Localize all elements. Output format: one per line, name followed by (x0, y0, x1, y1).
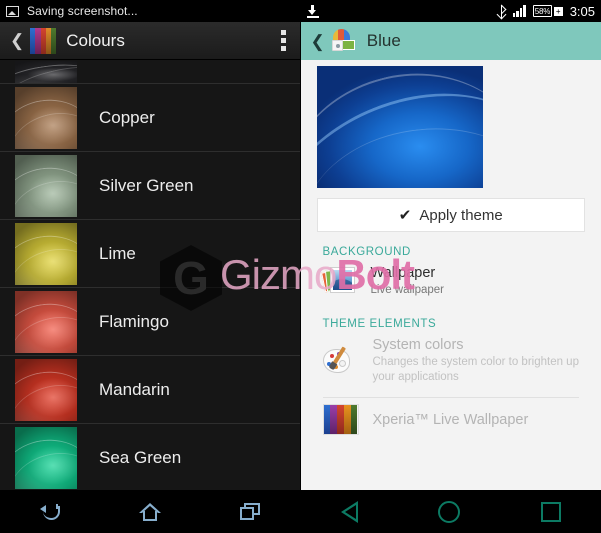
theme-name-label: Sea Green (99, 447, 182, 467)
option-row[interactable]: Wallpaper Live wallpaper (301, 258, 601, 304)
theme-thumbnail (15, 61, 77, 83)
right-app-bar: ❮ Blue (300, 22, 601, 60)
right-nav-bar (300, 490, 601, 533)
home-circle-icon[interactable] (438, 500, 461, 523)
left-app-bar: ❮ Colours (0, 22, 300, 60)
settings-sections: BACKGROUND Wallpaper Live wallpaper THEME E… (301, 246, 601, 441)
screenshot-icon (6, 5, 19, 17)
notification-text: Saving screenshot... (27, 4, 138, 18)
battery-icon: 58% + (532, 5, 563, 17)
theme-list-item[interactable]: Sea Green (0, 424, 300, 490)
theme-list-item[interactable]: Flamingo (0, 288, 300, 356)
recents-square-icon[interactable] (540, 501, 561, 522)
wallpaper-stack-icon (320, 266, 357, 296)
back-chevron-icon[interactable]: ❮ (311, 33, 325, 50)
theme-thumbnail (15, 426, 77, 489)
option-subtitle: Live wallpaper (370, 284, 445, 297)
back-chevron-icon[interactable]: ❮ (10, 32, 24, 49)
theme-name-label: Silver Green (99, 175, 194, 195)
preview-container (301, 60, 601, 188)
theme-thumbnail (15, 222, 77, 285)
battery-level: 58% (534, 6, 551, 16)
theme-detail-content: ✔ Apply theme BACKGROUND Wallpaper Live wa… (300, 60, 601, 490)
page-title: Colours (66, 30, 125, 50)
clock: 3:05 (569, 3, 595, 19)
option-title: System colors (372, 337, 464, 354)
theme-name-label: Flamingo (99, 311, 169, 331)
theme-name-label: Mandarin (99, 379, 170, 399)
option-title: Xperia™ Live Wallpaper (372, 411, 529, 428)
left-nav-bar (0, 490, 300, 533)
theme-list[interactable]: Copper Silver Green Lime Flamingo Mandarin Se… (0, 60, 300, 490)
recents-icon[interactable] (239, 503, 260, 520)
bluetooth-icon (496, 4, 507, 20)
option-text: Wallpaper Live wallpaper (371, 264, 445, 298)
section-header: THEME ELEMENTS (322, 318, 437, 331)
check-icon: ✔ (398, 206, 412, 224)
theme-list-item[interactable]: Silver Green (0, 152, 300, 220)
theme-thumbnail (15, 290, 77, 353)
theme-list-item[interactable]: Mandarin (0, 356, 300, 424)
palette-themes-icon (331, 29, 357, 53)
left-status-bar: Saving screenshot... (0, 0, 300, 22)
back-icon[interactable] (39, 503, 60, 520)
right-status-bar: 58% + 3:05 (300, 0, 601, 22)
right-phone-screen: 58% + 3:05 ❮ Blue ✔ Apply theme BACKGROU… (299, 0, 601, 533)
option-row: System colors Changes the system color to… (301, 330, 601, 391)
battery-charging-indicator: + (553, 6, 563, 16)
back-triangle-icon[interactable] (340, 500, 358, 523)
option-text: Xperia™ Live Wallpaper (373, 411, 529, 429)
theme-name-label: Copper (99, 107, 155, 127)
screenshot-root: Saving screenshot... ❮ Colours Copper Sil… (0, 0, 601, 533)
theme-thumbnail (15, 358, 77, 421)
home-icon[interactable] (138, 502, 161, 521)
option-text: System colors Changes the system color to… (373, 336, 586, 385)
apply-theme-label: Apply theme (419, 206, 503, 224)
theme-name-label: Lime (99, 243, 136, 263)
download-icon (306, 4, 319, 18)
option-row: Xperia™ Live Wallpaper (301, 398, 601, 441)
theme-list-item[interactable]: Lime (0, 220, 300, 288)
theme-thumbnail (15, 154, 77, 217)
theme-title: Blue (366, 31, 401, 50)
theme-list-item[interactable]: Copper (0, 84, 300, 152)
xperia-stripes-icon (322, 404, 359, 436)
signal-bars-icon (512, 5, 526, 17)
section-header: BACKGROUND (322, 246, 411, 258)
themes-icon (30, 27, 57, 54)
theme-preview-blue (316, 66, 483, 188)
theme-thumbnail (15, 86, 77, 149)
option-title: Wallpaper (370, 265, 436, 281)
left-phone-screen: Saving screenshot... ❮ Colours Copper Sil… (0, 0, 300, 533)
option-subtitle: Changes the system color to brighten up … (372, 356, 579, 384)
palette-brush-icon (322, 346, 359, 376)
theme-list-item[interactable] (0, 60, 300, 84)
overflow-menu-icon[interactable] (280, 30, 290, 51)
apply-theme-button[interactable]: ✔ Apply theme (316, 198, 585, 232)
